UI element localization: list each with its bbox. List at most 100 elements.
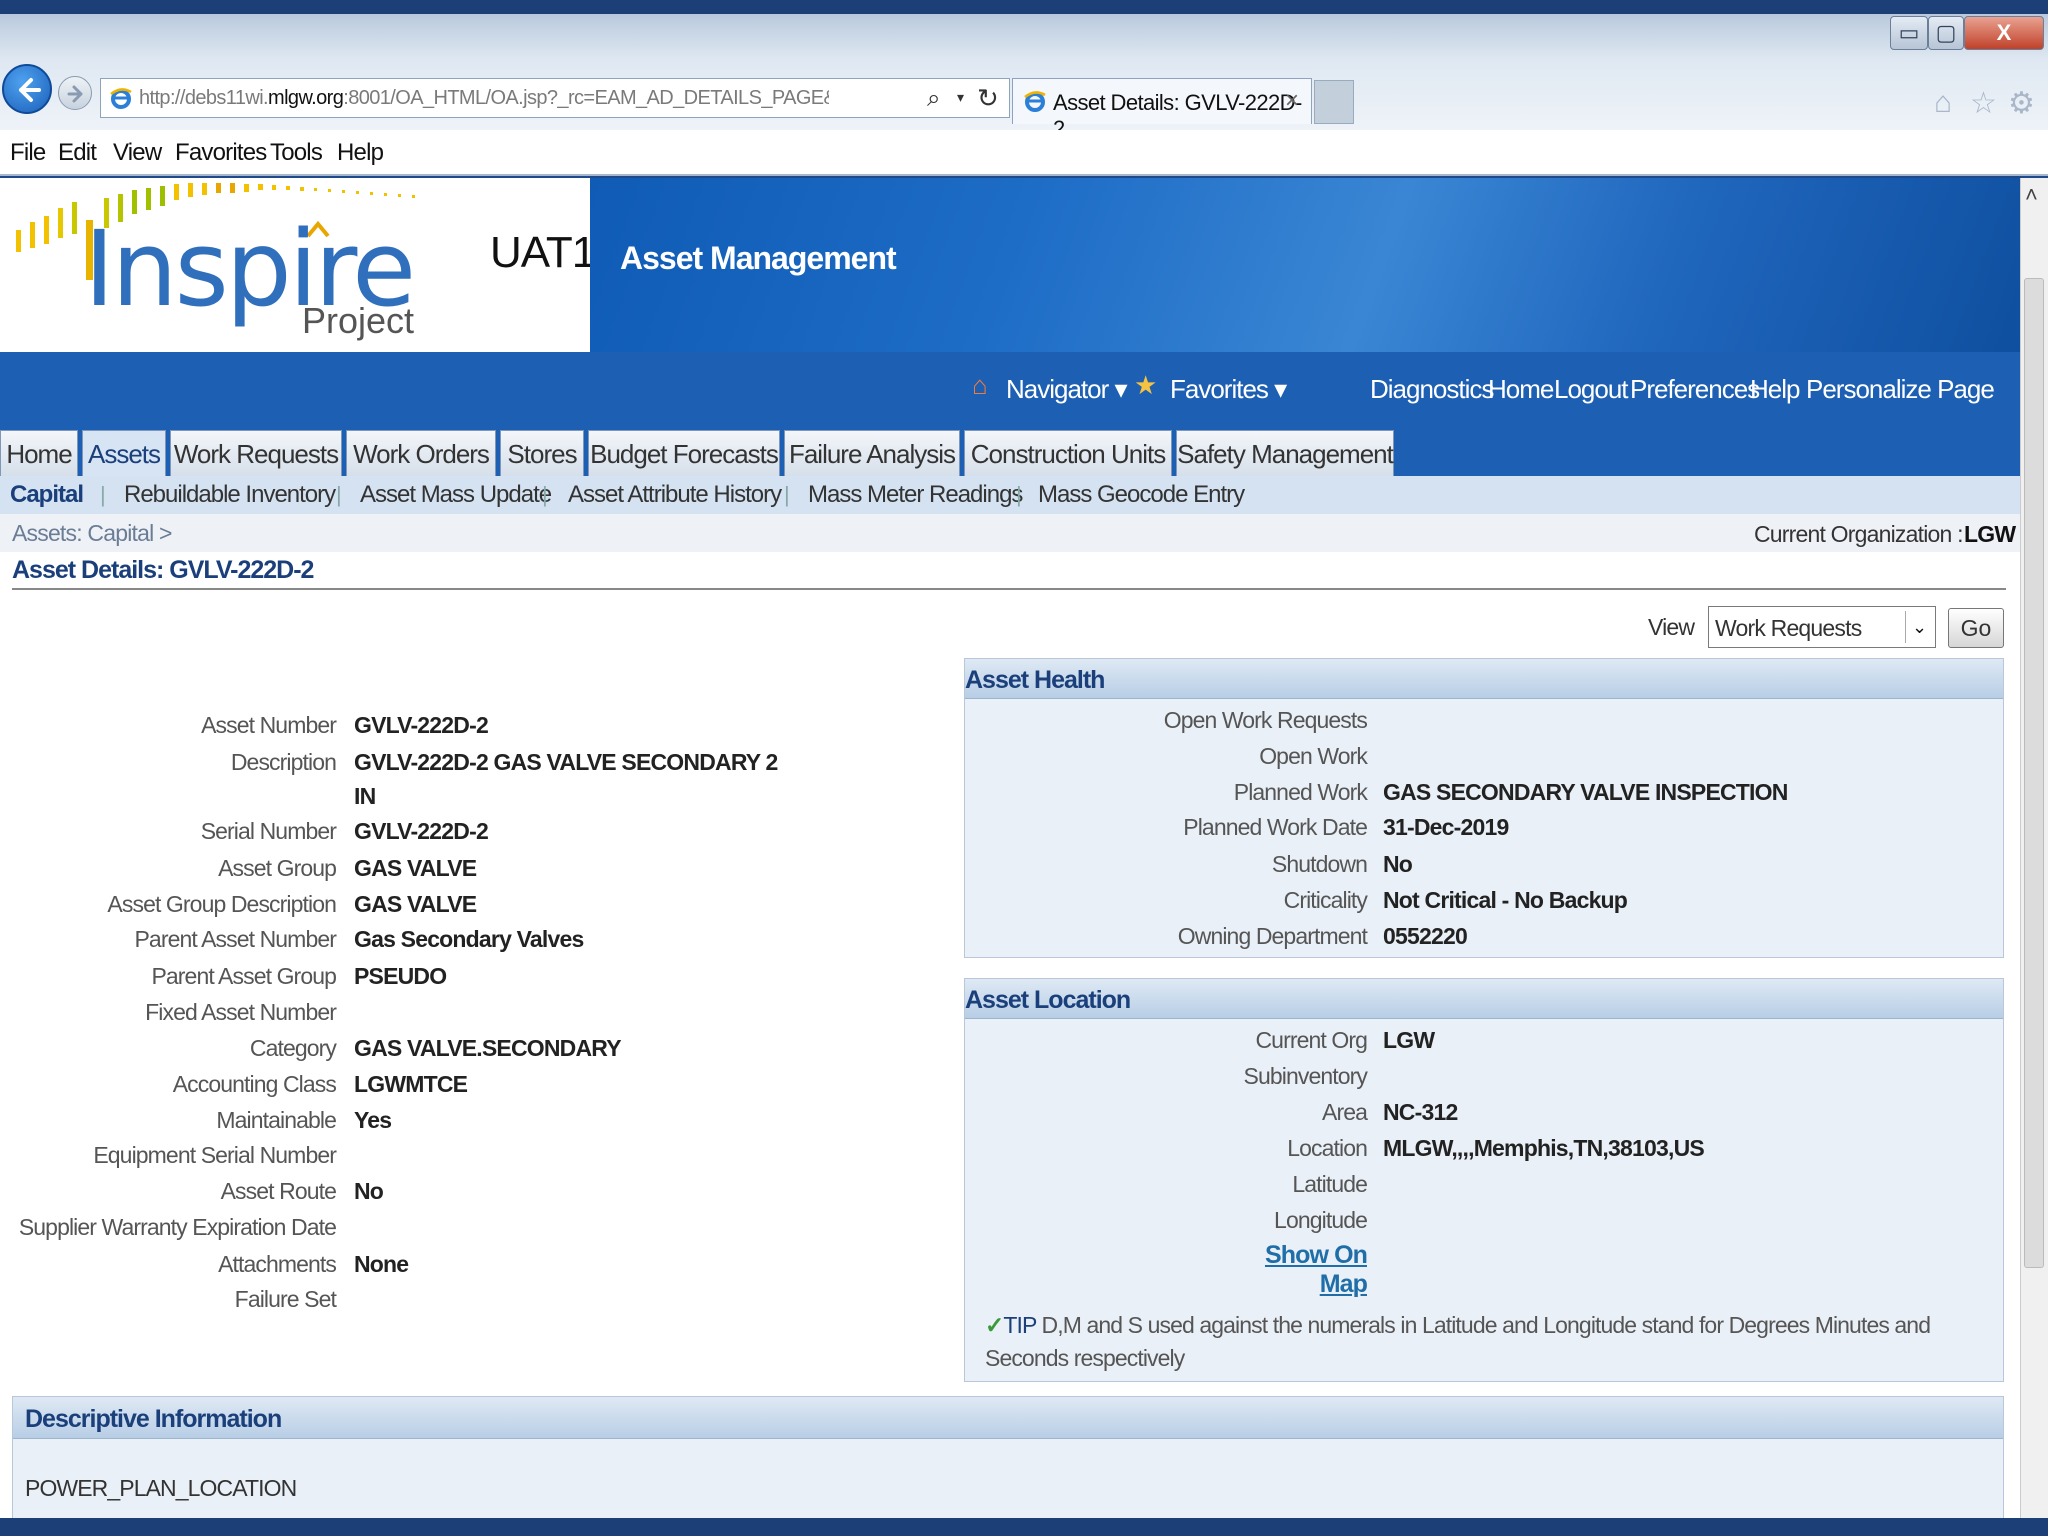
- subtab-asset-attribute-history[interactable]: Asset Attribute History: [568, 481, 782, 509]
- field-label: Planned Work Date: [1183, 814, 1368, 840]
- menu-bar: File Edit View Favorites Tools Help: [0, 130, 2048, 176]
- window-minimize-button[interactable]: ▭: [1890, 16, 1928, 50]
- descriptive-information-panel: Descriptive Information POWER_PLAN_LOCAT…: [12, 1396, 2004, 1518]
- field-label: Asset Route: [220, 1178, 337, 1204]
- field-label: Equipment Serial Number: [93, 1142, 337, 1168]
- go-button[interactable]: Go: [1948, 608, 2004, 648]
- tab-work-requests[interactable]: Work Requests: [170, 430, 342, 476]
- scroll-up-icon[interactable]: ˄: [2025, 182, 2038, 208]
- field-label: Latitude: [1292, 1171, 1368, 1197]
- field-label: Longitude: [1274, 1207, 1368, 1233]
- home-icon[interactable]: ⌂: [1934, 86, 1952, 120]
- menu-view[interactable]: View: [113, 139, 162, 167]
- gear-icon[interactable]: ⚙: [2008, 86, 2035, 121]
- tab-stores[interactable]: Stores: [500, 430, 584, 476]
- subtab-rebuildable-inventory[interactable]: Rebuildable Inventory: [124, 481, 336, 509]
- field-label: Failure Set: [234, 1286, 337, 1312]
- show-on-map-link[interactable]: Show On Map: [1229, 1241, 1368, 1299]
- maintainable-value: Yes: [354, 1107, 392, 1133]
- criticality-value: Not Critical - No Backup: [1383, 887, 1628, 913]
- link-home[interactable]: Home: [1488, 374, 1554, 405]
- chevron-down-icon[interactable]: ▾: [957, 89, 964, 106]
- forward-button[interactable]: [58, 76, 92, 110]
- field-label: Open Work: [1259, 743, 1368, 769]
- field-label: Serial Number: [200, 818, 337, 844]
- star-icon[interactable]: ☆: [1970, 86, 1997, 121]
- tab-failure-analysis[interactable]: Failure Analysis: [784, 430, 960, 476]
- field-label: Planned Work: [1233, 779, 1368, 805]
- view-select-value: Work Requests: [1715, 615, 1862, 641]
- banner: Inspire Project UAT1 Asset Management: [0, 178, 2020, 352]
- field-label: Maintainable: [216, 1107, 337, 1133]
- menu-favorites[interactable]: Favorites: [175, 139, 267, 167]
- subtab-mass-geocode-entry[interactable]: Mass Geocode Entry: [1038, 481, 1245, 509]
- tab-safety-management[interactable]: Safety Management: [1176, 430, 1394, 476]
- tip-body: D,M and S used against the numerals in L…: [985, 1312, 1931, 1371]
- tab-budget-forecasts[interactable]: Budget Forecasts: [588, 430, 780, 476]
- search-icon[interactable]: ⌕: [927, 85, 940, 113]
- browser-tab-active[interactable]: Asset Details: GVLV-222D-2 ×: [1012, 78, 1312, 141]
- address-url[interactable]: http://debs11wi.mlgw.org:8001/OA_HTML/OA…: [139, 87, 829, 111]
- menu-edit[interactable]: Edit: [58, 139, 97, 167]
- app-header: Asset Management: [590, 178, 2020, 352]
- vertical-scrollbar[interactable]: ˄: [2020, 178, 2048, 1518]
- tab-home[interactable]: Home: [0, 430, 78, 476]
- back-button[interactable]: [2, 64, 52, 114]
- field-label: Area: [1322, 1099, 1368, 1125]
- tab-work-orders[interactable]: Work Orders: [346, 430, 496, 476]
- address-bar[interactable]: http://debs11wi.mlgw.org:8001/OA_HTML/OA…: [100, 78, 1010, 118]
- field-label: Accounting Class: [172, 1071, 337, 1097]
- refresh-icon[interactable]: ↻: [977, 83, 999, 114]
- ie-page-icon: [110, 88, 132, 109]
- attachments-value[interactable]: None: [354, 1251, 409, 1278]
- current-org-label: Current Organization :: [1754, 521, 1963, 547]
- asset-number-value: GVLV-222D-2: [354, 712, 489, 738]
- subtab-separator: |: [784, 482, 790, 507]
- field-label: Open Work Requests: [1163, 707, 1368, 733]
- field-label: Asset Group Description: [107, 891, 336, 917]
- tab-construction-units[interactable]: Construction Units: [964, 430, 1172, 476]
- field-label: Criticality: [1283, 887, 1368, 913]
- window-maximize-button[interactable]: ▢: [1928, 16, 1964, 50]
- link-diagnostics[interactable]: Diagnostics: [1370, 374, 1494, 405]
- link-help[interactable]: Help: [1750, 374, 1800, 405]
- chevron-down-icon[interactable]: ⌄: [1905, 611, 1933, 643]
- subtab-capital[interactable]: Capital: [10, 481, 84, 509]
- field-label: Attachments: [218, 1251, 337, 1277]
- breadcrumb[interactable]: Assets: Capital >: [12, 520, 172, 547]
- view-label: View: [1648, 614, 1695, 640]
- link-preferences[interactable]: Preferences: [1630, 374, 1760, 405]
- description-value: GVLV-222D-2 GAS VALVE SECONDARY 2: [354, 749, 778, 775]
- browser-chrome: ▭ ▢ X http://debs11wi.mlgw.org:8001/OA_H…: [0, 14, 2048, 141]
- tab-assets[interactable]: Assets: [82, 430, 166, 476]
- navigator-menu[interactable]: Navigator ▾: [1006, 374, 1128, 405]
- asset-group-value: GAS VALVE: [354, 855, 477, 881]
- main-tabs: Home Assets Work Requests Work Orders St…: [0, 428, 2020, 476]
- field-label: Asset Number: [201, 712, 337, 738]
- favorites-menu[interactable]: Favorites ▾: [1170, 374, 1287, 405]
- menu-file[interactable]: File: [10, 139, 46, 167]
- new-tab-button[interactable]: [1314, 80, 1354, 124]
- menu-tools[interactable]: Tools: [270, 139, 323, 167]
- link-personalize-page[interactable]: Personalize Page: [1806, 374, 1995, 405]
- view-select[interactable]: Work Requests ⌄: [1708, 606, 1936, 648]
- parent-asset-number-value: Gas Secondary Valves: [354, 926, 584, 952]
- close-tab-icon[interactable]: ×: [1285, 87, 1299, 115]
- area-value: NC-312: [1383, 1099, 1458, 1125]
- parent-asset-group-value: PSEUDO: [354, 963, 447, 989]
- subtab-asset-mass-update[interactable]: Asset Mass Update: [360, 481, 552, 509]
- subtab-mass-meter-readings[interactable]: Mass Meter Readings: [808, 481, 1023, 509]
- field-label: Parent Asset Number: [134, 926, 336, 952]
- panel-header: Asset Location: [965, 979, 2003, 1019]
- menu-help[interactable]: Help: [337, 139, 384, 167]
- field-label: Shutdown: [1271, 851, 1368, 877]
- page-title: Asset Details: GVLV-222D-2: [12, 556, 314, 584]
- ie-page-icon: [1024, 91, 1046, 112]
- planned-work-value: GAS SECONDARY VALVE INSPECTION: [1383, 779, 1788, 805]
- desktop-bottom-strip: [0, 1518, 2048, 1536]
- scrollbar-thumb[interactable]: [2024, 278, 2044, 1268]
- link-logout[interactable]: Logout: [1554, 374, 1629, 405]
- field-label: Subinventory: [1243, 1063, 1368, 1089]
- window-close-button[interactable]: X: [1964, 16, 2044, 50]
- panel-header: Descriptive Information: [13, 1397, 2003, 1439]
